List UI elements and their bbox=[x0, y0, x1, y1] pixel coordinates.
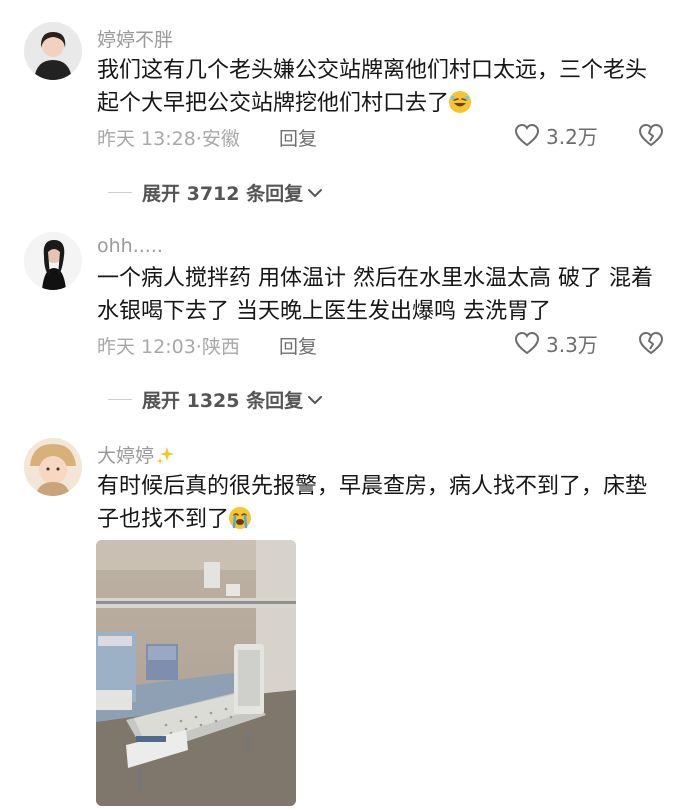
like-button[interactable]: 3.3万 bbox=[514, 330, 598, 357]
comment-text: 有时候后真的很先报警，早晨查房，病人找不到了，床垫子也找不到了 bbox=[97, 470, 667, 536]
expand-replies-button[interactable]: 展开 1325 条回复 bbox=[108, 386, 323, 413]
crying-emoji bbox=[229, 507, 252, 529]
username[interactable]: 婷婷不胖 bbox=[97, 25, 173, 52]
broken-heart-icon[interactable] bbox=[638, 122, 664, 148]
comment-body: 我们这有几个老头嫌公交站牌离他们村口太远，三个老头起个大早把公交站牌挖他们村口去… bbox=[97, 58, 648, 116]
comment-text: 我们这有几个老头嫌公交站牌离他们村口太远，三个老头起个大早把公交站牌挖他们村口去… bbox=[97, 54, 667, 120]
like-button[interactable]: 3.2万 bbox=[514, 122, 598, 149]
heart-icon bbox=[514, 331, 540, 355]
comment-body: 有时候后真的很先报警，早晨查房，病人找不到了，床垫子也找不到了 bbox=[97, 474, 648, 532]
chevron-down-icon bbox=[308, 395, 323, 404]
expand-replies-label: 展开 3712 条回复 bbox=[142, 183, 304, 205]
meta-info: 昨天 12:03·陕西 bbox=[97, 332, 240, 359]
timestamp: 昨天 12:03 bbox=[97, 336, 196, 358]
timestamp: 昨天 13:28 bbox=[97, 128, 196, 150]
expand-replies-button[interactable]: 展开 3712 条回复 bbox=[108, 179, 323, 206]
username[interactable]: ohh..... bbox=[97, 235, 163, 257]
divider bbox=[108, 399, 132, 400]
reply-button[interactable]: 回复 bbox=[279, 124, 317, 151]
avatar[interactable] bbox=[24, 438, 82, 496]
divider bbox=[108, 192, 132, 193]
like-count: 3.2万 bbox=[546, 124, 598, 149]
rofl-emoji bbox=[449, 91, 472, 113]
chevron-down-icon bbox=[308, 188, 323, 197]
broken-heart-icon[interactable] bbox=[638, 330, 664, 356]
heart-icon bbox=[514, 123, 540, 147]
avatar[interactable] bbox=[24, 232, 82, 290]
username-text: 大婷婷 bbox=[97, 445, 155, 467]
meta-info: 昨天 13:28·安徽 bbox=[97, 124, 240, 151]
comment-text: 一个病人搅拌药 用体温计 然后在水里水温太高 破了 混着水银喝下去了 当天晚上医… bbox=[97, 266, 653, 324]
reply-button[interactable]: 回复 bbox=[279, 332, 317, 359]
location: 陕西 bbox=[201, 336, 240, 358]
expand-replies-label: 展开 1325 条回复 bbox=[142, 390, 304, 412]
avatar[interactable] bbox=[24, 22, 82, 80]
like-count: 3.3万 bbox=[546, 332, 598, 357]
location: 安徽 bbox=[201, 128, 240, 150]
attached-photo[interactable] bbox=[96, 540, 296, 806]
username[interactable]: 大婷婷 bbox=[97, 441, 176, 468]
sparkles-emoji bbox=[157, 447, 175, 464]
